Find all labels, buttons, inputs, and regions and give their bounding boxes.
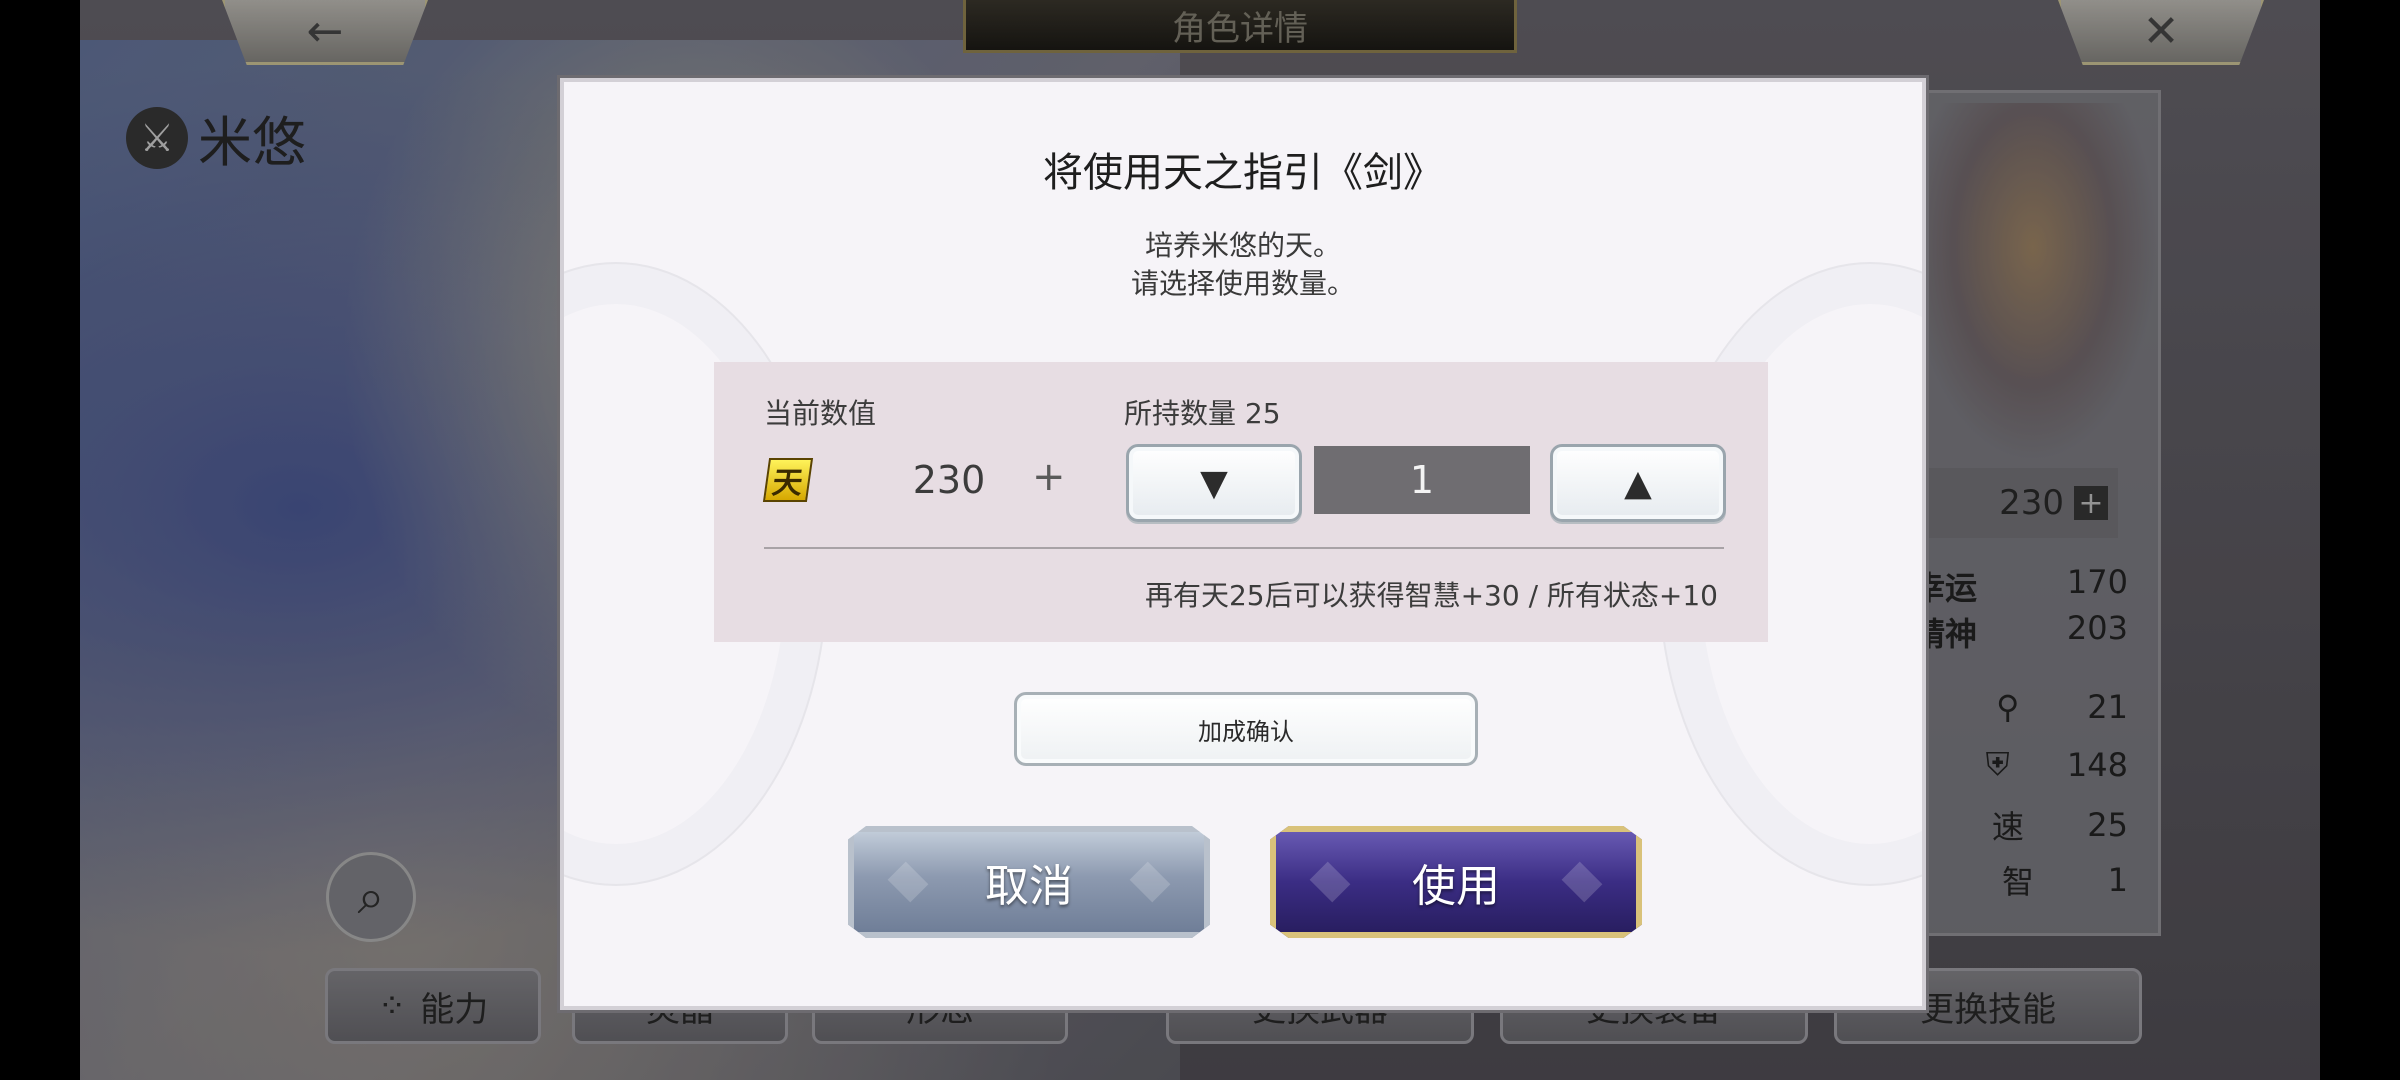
- owned-count-label: 所持数量 25: [1124, 397, 1281, 430]
- gem-decoration: [1309, 861, 1351, 903]
- quantity-display: 1: [1314, 446, 1530, 514]
- use-item-dialog: 将使用天之指引《剑》 培养米悠的天。 请选择使用数量。 当前数值 所持数量 25…: [560, 78, 1926, 1010]
- divider: [764, 547, 1724, 549]
- screen: ← 角色详情 ✕ ⚔ 米悠 ⌕ 230 + 幸运 170 精神 203 ⚲ 21…: [0, 0, 2400, 1080]
- dialog-description: 培养米悠的天。 请选择使用数量。: [1130, 229, 1355, 300]
- bonus-info: 再有天25后可以获得智慧+30 / 所有状态+10: [1144, 579, 1718, 612]
- plus-sign: +: [1032, 454, 1066, 500]
- chevron-up-icon: ▲: [1624, 462, 1652, 504]
- gem-decoration: [887, 861, 929, 903]
- cancel-button[interactable]: 取消: [848, 826, 1210, 938]
- decrease-button[interactable]: ▼: [1126, 444, 1302, 522]
- gem-decoration: [1129, 861, 1171, 903]
- bonus-confirm-button[interactable]: 加成确认: [1014, 692, 1478, 766]
- quantity-panel: 当前数值 所持数量 25 天 230 + ▼ 1 ▲ 再有天25后可以获得智慧+…: [714, 362, 1768, 642]
- use-button[interactable]: 使用: [1270, 826, 1642, 938]
- gem-decoration: [1561, 861, 1603, 903]
- current-value-label: 当前数值: [764, 397, 877, 430]
- increase-button[interactable]: ▲: [1550, 444, 1726, 522]
- dialog-title: 将使用天之指引《剑》: [1043, 150, 1443, 196]
- current-value: 230: [912, 458, 986, 502]
- tian-stat-icon: 天: [762, 458, 814, 502]
- chevron-down-icon: ▼: [1200, 462, 1228, 504]
